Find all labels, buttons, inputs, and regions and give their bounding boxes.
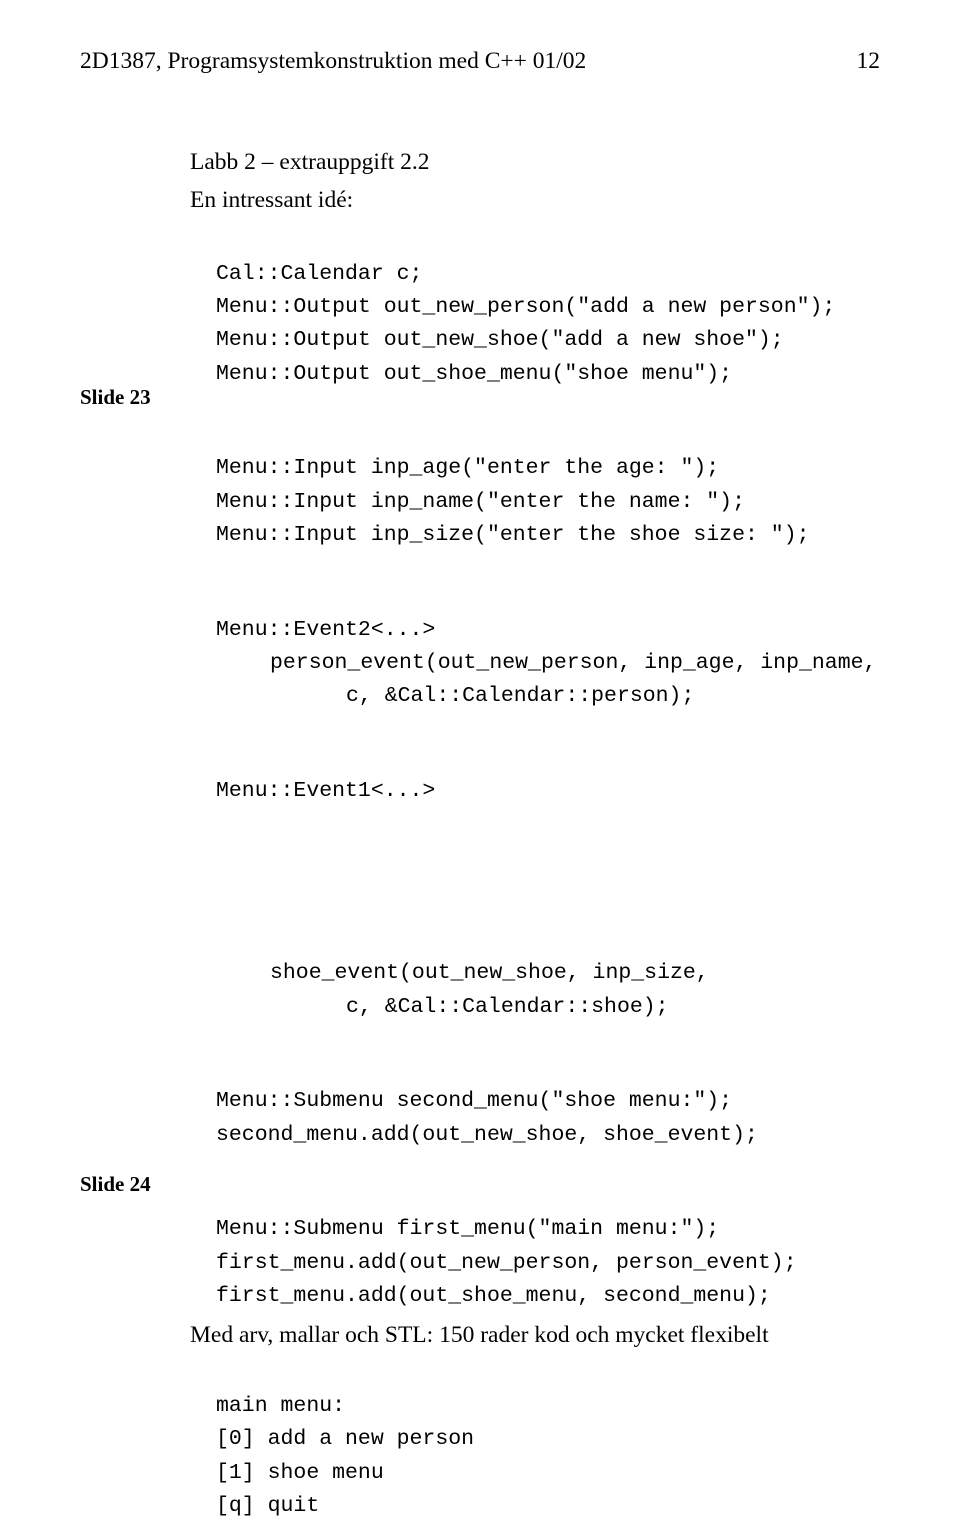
- header-text: 2D1387, Programsystemkonstruktion med C+…: [80, 48, 586, 74]
- code-line: first_menu.add(out_new_person, person_ev…: [190, 1251, 797, 1275]
- code-line: Menu::Submenu first_menu("main menu:");: [190, 1217, 719, 1241]
- slide-23: Slide 23 Labb 2 – extrauppgift 2.2 En in…: [80, 149, 880, 808]
- code-line: Menu::Event1<...>: [190, 779, 435, 803]
- code-line: Menu::Input inp_age("enter the age: ");: [190, 456, 719, 480]
- code-line: Menu::Input inp_size("enter the shoe siz…: [190, 523, 810, 547]
- intro-text: En intressant idé:: [190, 182, 880, 218]
- slide-title: Labb 2 – extrauppgift 2.2: [190, 149, 880, 176]
- code-line: Menu::Output out_new_shoe("add a new sho…: [190, 328, 784, 352]
- code-line: c, &Cal::Calendar::person);: [190, 684, 694, 708]
- code-line: person_event(out_new_person, inp_age, in…: [190, 651, 876, 675]
- code-line: shoe_event(out_new_shoe, inp_size,: [190, 961, 709, 985]
- code-line: Menu::Output out_new_person("add a new p…: [190, 295, 835, 319]
- code-line: Menu::Input inp_name("enter the name: ")…: [190, 490, 745, 514]
- menu-line: [1] shoe menu: [190, 1461, 384, 1485]
- code-line: Cal::Calendar c;: [190, 262, 422, 286]
- menu-line: [q] quit: [190, 1494, 319, 1518]
- code-line: first_menu.add(out_shoe_menu, second_men…: [190, 1284, 771, 1308]
- menu-line: main menu:: [190, 1394, 345, 1418]
- page-number: 12: [857, 48, 881, 75]
- summary-line: Med arv, mallar och STL: 150 rader kod o…: [190, 1317, 880, 1353]
- code-line: second_menu.add(out_new_shoe, shoe_event…: [190, 1123, 758, 1147]
- slide-label: Slide 23: [80, 385, 151, 410]
- code-line: Menu::Event2<...>: [190, 618, 435, 642]
- code-line: c, &Cal::Calendar::shoe);: [190, 995, 669, 1019]
- menu-line: [0] add a new person: [190, 1427, 474, 1451]
- slide-24: Slide 24 shoe_event(out_new_shoe, inp_si…: [80, 924, 880, 1523]
- code-line: Menu::Output out_shoe_menu("shoe menu");: [190, 362, 732, 386]
- code-line: Menu::Submenu second_menu("shoe menu:");: [190, 1089, 732, 1113]
- slide-label: Slide 24: [80, 1172, 151, 1197]
- page-header: 2D1387, Programsystemkonstruktion med C+…: [80, 48, 880, 75]
- page: 2D1387, Programsystemkonstruktion med C+…: [0, 0, 960, 1369]
